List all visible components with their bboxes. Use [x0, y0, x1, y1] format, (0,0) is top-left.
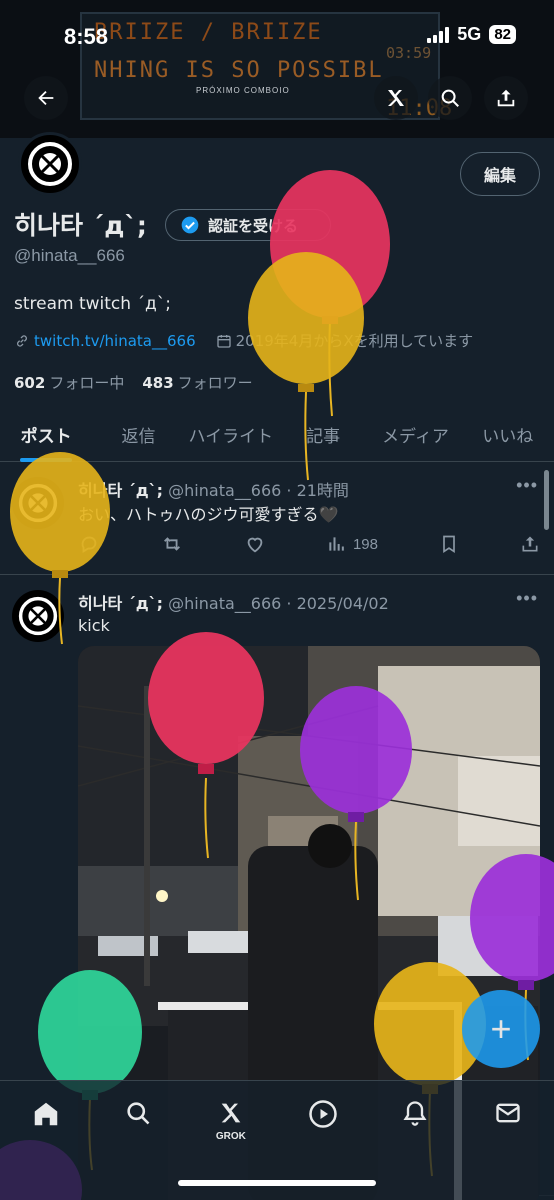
- status-indicators: 5G 82: [427, 24, 516, 45]
- post-avatar[interactable]: [12, 477, 64, 529]
- edit-profile-button[interactable]: 編集: [460, 152, 540, 196]
- share-icon: [522, 536, 538, 552]
- more-icon[interactable]: •••: [516, 475, 538, 496]
- status-time: 8:58: [64, 24, 109, 49]
- repost-button[interactable]: [161, 533, 183, 555]
- search-icon: [441, 89, 459, 107]
- profile-banner: BRIIZE / BRIIZE NHING IS SO POSSIBL 03:5…: [0, 0, 554, 138]
- bookmark-icon: [443, 535, 455, 554]
- views-icon: [329, 537, 344, 551]
- reply-button[interactable]: [78, 533, 100, 555]
- home-indicator[interactable]: [178, 1180, 376, 1186]
- tab-articles[interactable]: 記事: [277, 408, 369, 461]
- follow-stats: 602 フォロー中 483 フォロワー: [14, 372, 253, 393]
- banner-small-text: PRÓXIMO COMBOIO: [196, 86, 290, 95]
- profile-link[interactable]: twitch.tv/hinata__666: [34, 332, 196, 350]
- tab-posts[interactable]: ポスト: [0, 408, 92, 462]
- grok-button[interactable]: [374, 76, 418, 120]
- nav-home[interactable]: [24, 1099, 68, 1143]
- following-link[interactable]: 602 フォロー中: [14, 372, 124, 393]
- get-verified-label: 認証を受ける: [208, 216, 299, 235]
- compose-post-button[interactable]: +: [462, 990, 540, 1068]
- post-text: おい、ハトゥハのジウ可愛すぎる🖤: [78, 505, 339, 524]
- scrollbar[interactable]: [544, 470, 549, 530]
- nav-notifications[interactable]: [393, 1099, 437, 1143]
- bookmark-button[interactable]: [439, 534, 459, 554]
- post-author-name[interactable]: 히나타 ´д`;: [78, 594, 163, 613]
- tab-highlights[interactable]: ハイライト: [185, 408, 277, 461]
- profile-handle: @hinata__666: [14, 246, 125, 265]
- share-button[interactable]: [484, 76, 528, 120]
- followers-label: フォロワー: [177, 374, 253, 392]
- get-verified-button[interactable]: 認証を受ける: [165, 209, 331, 241]
- more-icon[interactable]: •••: [516, 588, 538, 609]
- grok-label: GROK: [215, 1131, 246, 1142]
- profile-tabs: ポスト 返信 ハイライト 記事 メディア いいね: [0, 408, 554, 462]
- post-author-name[interactable]: 히나타 ´д`;: [78, 481, 163, 500]
- views-count: 198: [352, 535, 378, 553]
- banner-led-time-1: 03:59: [386, 44, 432, 62]
- search-button[interactable]: [428, 76, 472, 120]
- share-icon: [497, 89, 515, 107]
- profile-meta: twitch.tv/hinata__666 2019年4月からXを利用しています: [14, 330, 473, 351]
- profile-bio: stream twitch ´д`;: [14, 294, 171, 314]
- banner-led-text-2: NHING IS SO POSSIBL: [94, 58, 384, 83]
- tab-likes[interactable]: いいね: [462, 408, 554, 461]
- mail-icon: [496, 1103, 520, 1123]
- nav-video[interactable]: [301, 1099, 345, 1143]
- tab-media[interactable]: メディア: [369, 408, 461, 461]
- play-icon: [309, 1100, 337, 1128]
- joined-date: 2019年4月からXを利用しています: [235, 332, 474, 350]
- following-count: 602: [14, 374, 46, 392]
- post-handle-time: @hinata__666 · 2025/04/02: [168, 594, 389, 613]
- avatar-logo-icon: [18, 596, 58, 636]
- display-name: 히나타 ´д`;: [14, 211, 147, 240]
- back-button[interactable]: [24, 76, 68, 120]
- grok-icon: [388, 90, 404, 106]
- verified-badge-icon: [181, 216, 199, 234]
- heart-icon: [247, 537, 263, 553]
- arrow-left-icon: [38, 90, 54, 106]
- avatar-logo-icon: [18, 483, 58, 523]
- link-icon: [17, 334, 27, 347]
- home-icon: [34, 1102, 58, 1126]
- repost-icon: [164, 537, 180, 551]
- search-icon: [127, 1102, 150, 1125]
- nav-search[interactable]: [116, 1099, 160, 1143]
- plus-icon: +: [490, 1008, 512, 1049]
- avatar-logo-icon: [28, 142, 72, 186]
- post[interactable]: 히나타 ´д`; @hinata__666 · 21時間 ••• おい、ハトゥハ…: [0, 463, 554, 575]
- post-avatar[interactable]: [12, 590, 64, 642]
- tab-replies[interactable]: 返信: [92, 408, 184, 461]
- post-actions: 198: [78, 533, 540, 555]
- profile-avatar[interactable]: [18, 132, 82, 196]
- post-header: 히나타 ´д`; @hinata__666 · 21時間: [78, 477, 349, 501]
- following-label: フォロー中: [49, 374, 125, 392]
- followers-count: 483: [142, 374, 174, 392]
- views-button[interactable]: 198: [327, 534, 378, 554]
- network-label: 5G: [457, 24, 482, 44]
- nav-messages[interactable]: [486, 1099, 530, 1143]
- banner-led-text-1: BRIIZE / BRIIZE: [94, 20, 323, 45]
- post-text: kick: [78, 616, 110, 635]
- reply-icon: [81, 536, 97, 553]
- calendar-icon: [216, 334, 231, 348]
- grok-icon: [221, 1103, 241, 1123]
- balloon-icon: [270, 170, 390, 417]
- followers-link[interactable]: 483 フォロワー: [142, 372, 252, 393]
- like-button[interactable]: [244, 533, 266, 555]
- nav-grok[interactable]: GROK: [209, 1099, 253, 1143]
- share-post-button[interactable]: [520, 534, 540, 554]
- bell-icon: [403, 1101, 427, 1126]
- signal-icon: [427, 26, 450, 43]
- post-handle-time: @hinata__666 · 21時間: [168, 481, 349, 500]
- post-header: 히나타 ´д`; @hinata__666 · 2025/04/02: [78, 590, 389, 614]
- battery-icon: 82: [489, 25, 516, 44]
